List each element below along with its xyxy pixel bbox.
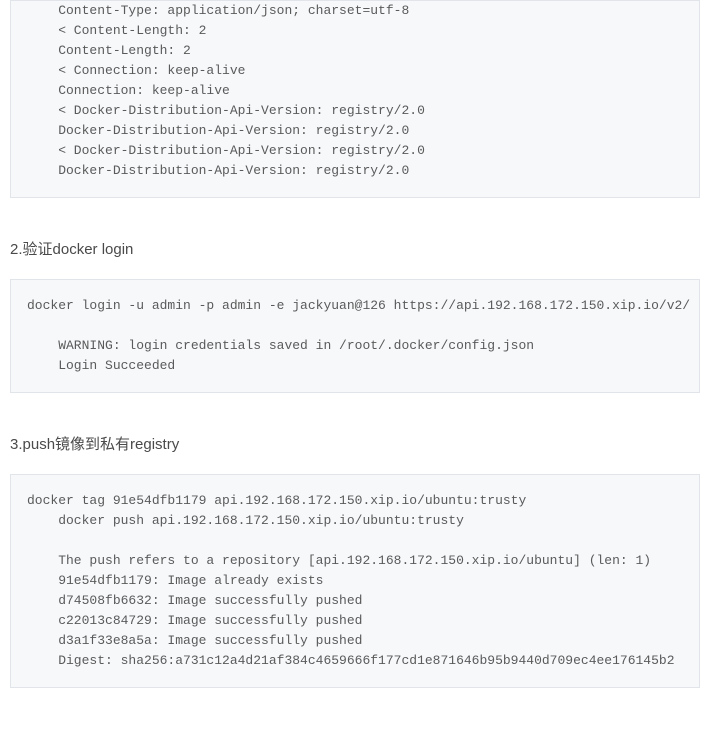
section-title-2: 2.验证docker login [10, 238, 700, 259]
section-title-3: 3.push镜像到私有registry [10, 433, 700, 454]
code-block-docker-login: docker login -u admin -p admin -e jackyu… [10, 279, 700, 393]
code-block-docker-push: docker tag 91e54dfb1179 api.192.168.172.… [10, 474, 700, 688]
code-block-http-headers: Content-Type: application/json; charset=… [10, 0, 700, 198]
